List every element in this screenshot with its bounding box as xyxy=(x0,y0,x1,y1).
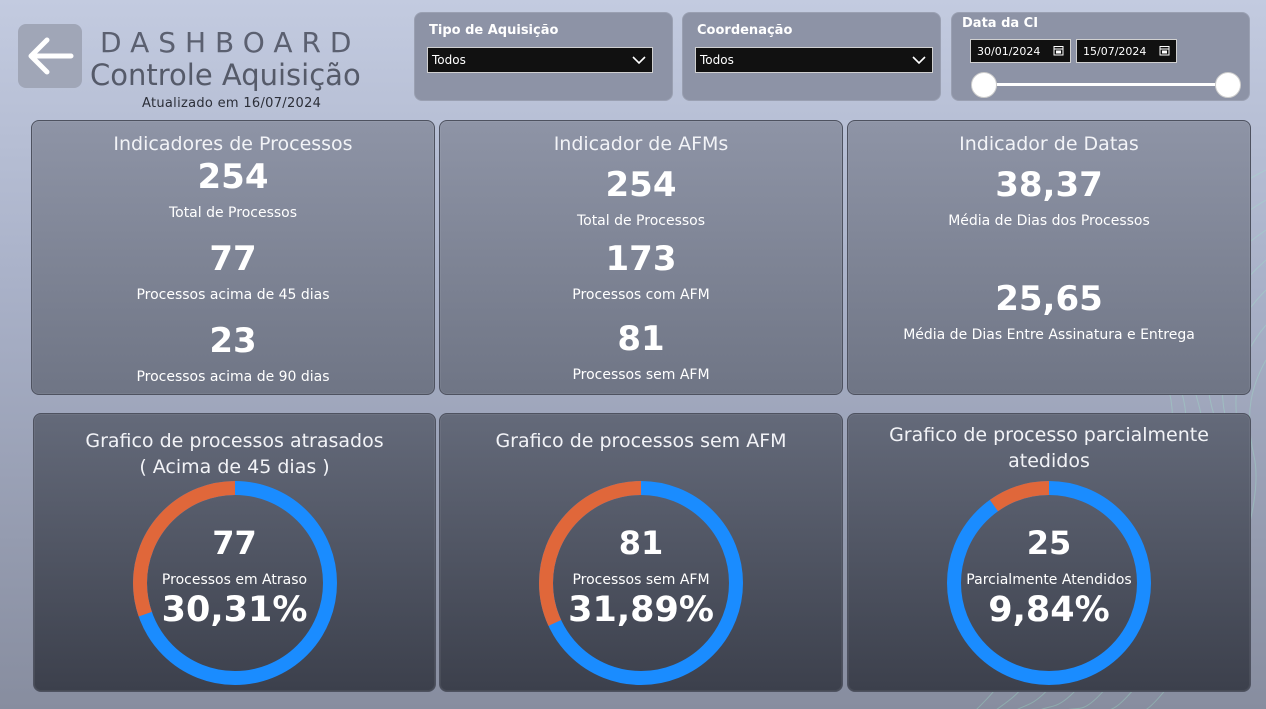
donut-value: 81 xyxy=(618,524,664,562)
donut-percent: 31,89% xyxy=(568,590,714,630)
calendar-icon xyxy=(1159,46,1170,56)
donut-percent: 9,84% xyxy=(988,590,1110,630)
kpi-value: 254 xyxy=(197,157,269,197)
end-date-value: 15/07/2024 xyxy=(1083,44,1147,58)
dropdown-value: Todos xyxy=(432,53,466,67)
chart-subtitle: atedidos xyxy=(1008,450,1090,472)
coordenacao-dropdown[interactable]: Todos xyxy=(695,47,933,73)
card-indicador-datas: Indicador de Datas 38,37 Média de Dias d… xyxy=(847,120,1251,395)
kpi-value: 173 xyxy=(605,239,677,279)
chart-title: Grafico de processos atrasados xyxy=(85,430,384,452)
back-button[interactable] xyxy=(18,24,82,88)
kpi-label: Total de Processos xyxy=(168,205,298,221)
date-range-track xyxy=(984,83,1228,86)
kpi-label: Processos acima de 45 dias xyxy=(136,287,330,303)
chevron-down-icon xyxy=(632,56,646,65)
start-date-input[interactable]: 30/01/2024 xyxy=(970,39,1071,63)
chart-title: Grafico de processos sem AFM xyxy=(495,430,787,452)
kpi-label: Média de Dias Entre Assinatura e Entrega xyxy=(903,327,1195,343)
kpi-label: Processos acima de 90 dias xyxy=(136,369,330,385)
chart-title: Grafico de processo parcialmente xyxy=(889,424,1209,446)
card-grafico-parcial: Grafico de processo parcialmente atedido… xyxy=(847,413,1251,692)
filter-label: Tipo de Aquisição xyxy=(429,23,559,38)
kpi-value: 23 xyxy=(209,321,257,361)
card-indicadores-processos: Indicadores de Processos 254 Total de Pr… xyxy=(31,120,435,395)
card-title: Indicador de AFMs xyxy=(553,133,729,155)
kpi-value: 254 xyxy=(605,165,677,205)
kpi-value: 81 xyxy=(617,319,665,359)
dashboard-title: DASHBOARD xyxy=(100,26,361,59)
card-grafico-sem-afm: Grafico de processos sem AFM 81 Processo… xyxy=(439,413,843,692)
donut-value: 25 xyxy=(1026,524,1072,562)
kpi-label: Total de Processos xyxy=(576,213,706,229)
card-grafico-atrasados: Grafico de processos atrasados ( Acima d… xyxy=(33,413,436,692)
date-range-end-handle[interactable] xyxy=(1215,72,1241,98)
kpi-label: Processos sem AFM xyxy=(572,367,710,383)
kpi-value: 38,37 xyxy=(995,165,1103,205)
donut-label: Processos em Atraso xyxy=(161,572,308,588)
filter-data-ci: Data da CI 30/01/2024 15/07/2024 xyxy=(951,12,1250,101)
filter-coordenacao: Coordenação Todos xyxy=(682,12,941,101)
tipo-aquisicao-dropdown[interactable]: Todos xyxy=(427,47,653,73)
kpi-value: 77 xyxy=(209,239,257,279)
kpi-label: Processos com AFM xyxy=(572,287,710,303)
updated-date: Atualizado em 16/07/2024 xyxy=(142,96,322,111)
kpi-label: Média de Dias dos Processos xyxy=(948,213,1150,229)
arrow-left-icon xyxy=(28,37,74,75)
donut-label: Parcialmente Atendidos xyxy=(966,572,1132,588)
card-title: Indicadores de Processos xyxy=(113,133,353,155)
dropdown-value: Todos xyxy=(700,53,734,67)
chevron-down-icon xyxy=(912,56,926,65)
donut-percent: 30,31% xyxy=(161,590,308,630)
calendar-icon xyxy=(1053,46,1064,56)
donut-value: 77 xyxy=(212,524,257,562)
start-date-value: 30/01/2024 xyxy=(977,44,1041,58)
card-indicador-afms: Indicador de AFMs 254 Total de Processos… xyxy=(439,120,843,395)
donut-label: Processos sem AFM xyxy=(572,572,710,588)
filter-label: Data da CI xyxy=(962,16,1039,31)
filter-tipo-aquisicao: Tipo de Aquisição Todos xyxy=(414,12,673,101)
end-date-input[interactable]: 15/07/2024 xyxy=(1076,39,1177,63)
date-range-start-handle[interactable] xyxy=(971,72,997,98)
kpi-value: 25,65 xyxy=(995,279,1103,319)
card-title: Indicador de Datas xyxy=(959,133,1139,155)
chart-subtitle: ( Acima de 45 dias ) xyxy=(139,456,330,478)
dashboard-subtitle: Controle Aquisição xyxy=(90,58,361,92)
filter-label: Coordenação xyxy=(697,23,793,38)
